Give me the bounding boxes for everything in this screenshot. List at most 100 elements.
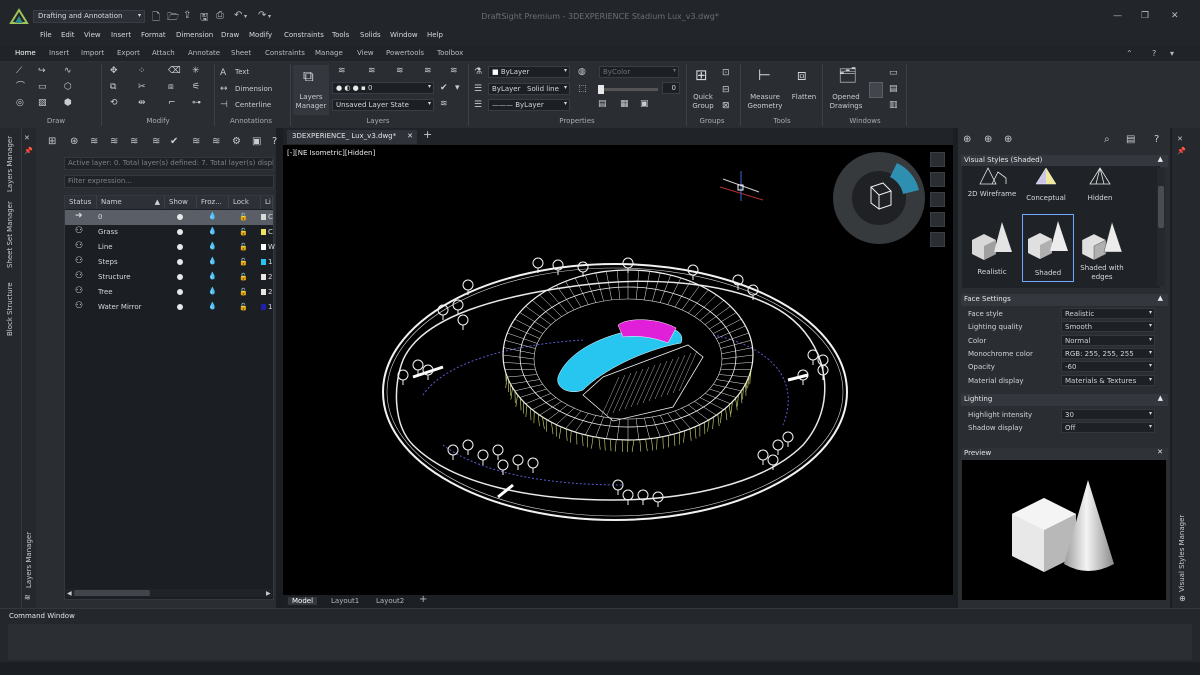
lineweight-icon[interactable]: ☰ [474,100,482,110]
color-dropdown[interactable]: ■ ByLayer ▾ [488,66,570,78]
layer-color-swatch[interactable] [261,274,266,280]
scroll-thumb[interactable] [74,590,150,596]
lock-toggle-icon[interactable]: 🔓 [239,258,248,266]
style-shaded-with-edges[interactable]: Shaded with edges [1076,216,1128,280]
property-value[interactable]: Normal ▾ [1061,335,1155,346]
layer-freeze-icon[interactable]: ≋ [396,66,404,76]
scroll-right-icon[interactable]: ▶ [266,589,271,599]
flatten-button[interactable]: ⧈ Flatten [789,66,819,114]
show-toggle-icon[interactable] [177,289,183,295]
show-toggle-icon[interactable] [177,244,183,250]
layer-settings-icon[interactable]: ⚙ [232,136,241,147]
styles-scrollbar[interactable] [1157,168,1165,286]
text-icon[interactable]: A [220,68,226,78]
show-toggle-icon[interactable] [177,274,183,280]
scroll-left-icon[interactable]: ◀ [67,589,72,599]
tab-view[interactable]: View [357,49,374,57]
pan-icon[interactable] [930,172,945,187]
rotate-icon[interactable]: ⟲ [110,98,118,108]
tab-annotate[interactable]: Annotate [188,49,220,57]
lighting-header[interactable]: Lighting ▲ [961,394,1168,406]
create-style-icon[interactable]: ⊕ [963,135,971,145]
lineweight-dropdown[interactable]: ——— ByLayer ▾ [488,99,570,111]
tab-manage[interactable]: Manage [315,49,343,57]
linetype-icon[interactable]: ☰ [474,84,482,94]
match-properties-icon[interactable]: ⚗ [474,67,482,77]
property-value[interactable]: RGB: 255, 255, 255 ▾ [1061,348,1155,359]
tile-horizontal-icon[interactable]: ▤ [889,84,898,94]
col-lock[interactable]: Lock [229,196,261,209]
layer-linetype[interactable]: 2 [268,273,272,281]
centerline-button[interactable]: Centerline [235,101,271,109]
layers-manager-button[interactable]: ⧉ Layers Manager [293,65,329,115]
freeze-toggle-icon[interactable]: 💧 [208,287,217,295]
layer-status-icon[interactable]: ⚇ [75,241,83,251]
layer-state-dropdown[interactable]: Unsaved Layer State ▾ [332,99,434,111]
layer-name[interactable]: Line [98,243,113,251]
quick-properties-icon[interactable]: ▣ [640,99,649,109]
help-dropdown-icon[interactable]: ▾ [1170,49,1174,58]
layer-color-swatch[interactable] [261,289,266,295]
layer-color-swatch[interactable] [261,214,266,220]
color-picker-icon[interactable]: ◍ [578,67,586,77]
tab-export[interactable]: Export [117,49,140,57]
menu-help[interactable]: Help [427,31,443,39]
layer-name[interactable]: Steps [98,258,118,266]
menu-view[interactable]: View [84,31,101,39]
tab-layout2[interactable]: Layout2 [376,597,404,605]
face-settings-header[interactable]: Face Settings ▲ [961,294,1168,306]
transparency-slider-thumb[interactable] [598,85,604,94]
layer-filter-input[interactable]: Filter expression... [64,175,274,188]
linetype-dropdown[interactable]: ByLayer Solid line ▾ [488,83,570,95]
view-options-icon[interactable]: ▤ [1126,135,1135,145]
menu-insert[interactable]: Insert [111,31,131,39]
dock-tab-visual-styles-manager[interactable]: Visual Styles Manager [1178,508,1186,592]
layer-status-icon[interactable]: ⚇ [75,271,83,281]
layer-linetype[interactable]: 2 [268,288,272,296]
offset-icon[interactable]: ⧈ [168,82,174,92]
property-value[interactable]: Realistic ▾ [1061,308,1155,319]
cascade-icon[interactable]: ▭ [889,68,898,78]
property-value[interactable]: -60 ▾ [1061,361,1155,372]
document-tab[interactable]: 3DEXPERIENCE_ Lux_v3.dwg* ✕ [287,130,417,144]
lock-toggle-icon[interactable]: 🔓 [239,228,248,236]
lock-toggle-icon[interactable]: 🔓 [239,273,248,281]
dock-tab-sheet-set-manager[interactable]: Sheet Set Manager [6,200,14,268]
join-icon[interactable]: ⊶ [192,98,201,108]
menu-tools[interactable]: Tools [332,31,349,39]
freeze-toggle-icon[interactable]: 💧 [208,272,217,280]
ribbon-minimize-icon[interactable]: ⌃ [1126,49,1133,58]
layer-row[interactable]: ⚇ Line 💧 🔓 W [65,240,273,255]
layer-states-icon[interactable]: ≋ [90,136,98,147]
menu-constraints[interactable]: Constraints [284,31,324,39]
lock-toggle-icon[interactable]: 🔓 [239,288,248,296]
menu-edit[interactable]: Edit [61,31,75,39]
current-layer-arrow-icon[interactable]: ➜ [75,211,83,221]
layer-lock-icon[interactable]: ≋ [450,66,458,76]
layer-linetype[interactable]: C [268,213,273,221]
style-shaded[interactable]: Shaded [1022,214,1074,282]
tab-import[interactable]: Import [81,49,104,57]
layer-state-icon[interactable]: ≋ [440,99,448,109]
stretch-icon[interactable]: ⇹ [138,98,146,108]
col-name[interactable]: Name ▲ [97,196,165,209]
opened-drawings-button[interactable]: 🗂 Opened Drawings [826,66,866,114]
panel-pin-icon[interactable]: 📌 [24,146,33,156]
layer-isolate-icon[interactable]: ≋ [368,66,376,76]
layer-linetype[interactable]: C [268,228,273,236]
tab-toolbox[interactable]: Toolbox [437,49,463,57]
menu-dimension[interactable]: Dimension [176,31,213,39]
transparency-slider[interactable] [598,88,658,91]
layer-color-swatch[interactable] [261,244,266,250]
freeze-toggle-icon[interactable]: 💧 [208,212,217,220]
layer-delete-icon[interactable]: ≋ [152,136,160,147]
style-realistic[interactable]: Realistic [966,216,1018,280]
layer-group-icon[interactable]: ≋ [130,136,138,147]
make-current-icon[interactable]: ✔ [440,83,448,93]
freeze-toggle-icon[interactable]: 💧 [208,302,217,310]
tab-home[interactable]: Home [15,49,36,57]
bycolor-dropdown[interactable]: ByColor ▾ [599,66,679,78]
array-icon[interactable]: ⁘ [138,66,146,76]
current-layer-dropdown[interactable]: ● ◐ ● ▪ 0 ▾ [332,82,434,94]
rectangle-icon[interactable]: ▭ [38,82,47,92]
